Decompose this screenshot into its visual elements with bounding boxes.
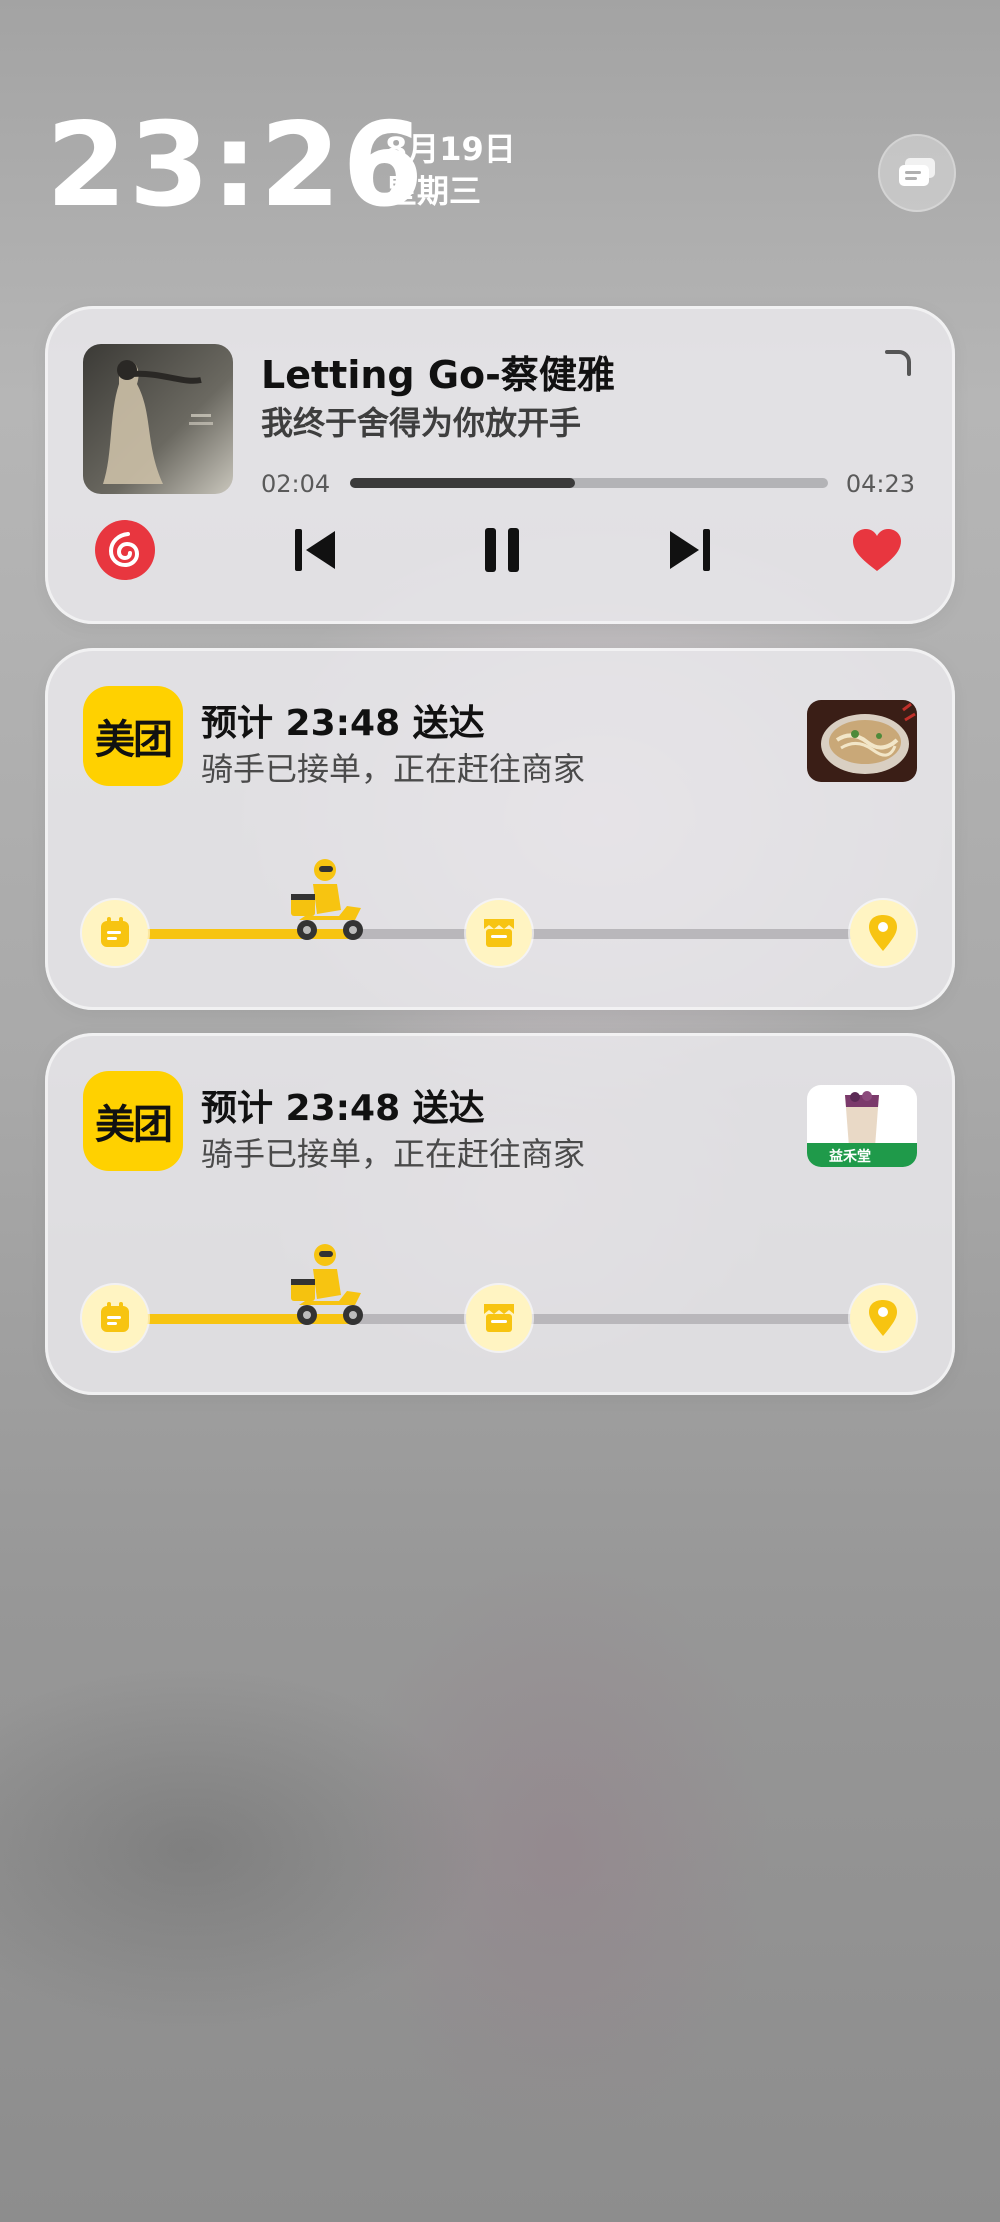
order-receipt-icon bbox=[101, 917, 129, 947]
album-cover[interactable] bbox=[83, 344, 233, 494]
milk-tea-image: 益禾堂 bbox=[807, 1085, 917, 1167]
pause-icon bbox=[485, 528, 519, 572]
expand-button[interactable] bbox=[883, 348, 913, 382]
total-time: 04:23 bbox=[845, 470, 915, 498]
delivery-eta: 预计 23:48 送达 bbox=[201, 1088, 485, 1129]
weekday-text: 星期三 bbox=[385, 172, 482, 210]
destination-node bbox=[850, 900, 916, 966]
message-cards-icon bbox=[899, 158, 935, 186]
delivery-card[interactable]: 美团 预计 23:48 送达 骑手已接单，正在赶往商家 bbox=[45, 648, 955, 1010]
delivery-status: 骑手已接单，正在赶往商家 bbox=[201, 750, 586, 788]
delivery-card[interactable]: 美团 预计 23:48 送达 骑手已接单，正在赶往商家 益禾堂 bbox=[45, 1033, 955, 1395]
store-icon bbox=[484, 919, 514, 947]
progress-slider[interactable] bbox=[350, 478, 828, 488]
song-title: Letting Go-蔡健雅 bbox=[261, 353, 615, 397]
netease-cloud-music-icon bbox=[95, 520, 155, 580]
store-icon bbox=[484, 1304, 514, 1332]
meituan-logo: 美团 bbox=[83, 686, 183, 786]
music-app-button[interactable] bbox=[93, 518, 157, 582]
merchant-node bbox=[466, 1285, 532, 1351]
delivery-eta: 预计 23:48 送达 bbox=[201, 703, 485, 744]
rider-icon bbox=[289, 1243, 369, 1333]
notification-toggle-button[interactable] bbox=[878, 134, 956, 212]
lockscreen-date: 8月19日 星期三 bbox=[385, 128, 516, 212]
like-button[interactable] bbox=[845, 518, 909, 582]
lockscreen-clock: 23:26 bbox=[46, 98, 426, 233]
thumbnail-brand-text: 益禾堂 bbox=[829, 1148, 871, 1165]
expand-corner-icon bbox=[885, 350, 911, 376]
location-pin-icon bbox=[869, 1300, 897, 1336]
next-button[interactable] bbox=[658, 518, 722, 582]
location-pin-icon bbox=[869, 915, 897, 951]
current-time: 02:04 bbox=[261, 470, 331, 498]
date-text: 8月19日 bbox=[385, 130, 516, 168]
music-player-card[interactable]: Letting Go-蔡健雅 我终于舍得为你放开手 02:04 04:23 bbox=[45, 306, 955, 624]
order-receipt-icon bbox=[101, 1302, 129, 1332]
meituan-logo: 美团 bbox=[83, 1071, 183, 1171]
skip-previous-icon bbox=[295, 529, 335, 571]
previous-button[interactable] bbox=[283, 518, 347, 582]
song-lyric: 我终于舍得为你放开手 bbox=[261, 404, 582, 442]
skip-next-icon bbox=[670, 529, 710, 571]
progress-fill bbox=[350, 478, 575, 488]
delivery-status: 骑手已接单，正在赶往商家 bbox=[201, 1135, 586, 1173]
destination-node bbox=[850, 1285, 916, 1351]
heart-icon bbox=[853, 529, 901, 571]
order-placed-node bbox=[82, 1285, 148, 1351]
pause-button[interactable] bbox=[470, 518, 534, 582]
order-placed-node bbox=[82, 900, 148, 966]
rider-icon bbox=[289, 858, 369, 948]
noodle-soup-image bbox=[807, 700, 917, 782]
merchant-node bbox=[466, 900, 532, 966]
